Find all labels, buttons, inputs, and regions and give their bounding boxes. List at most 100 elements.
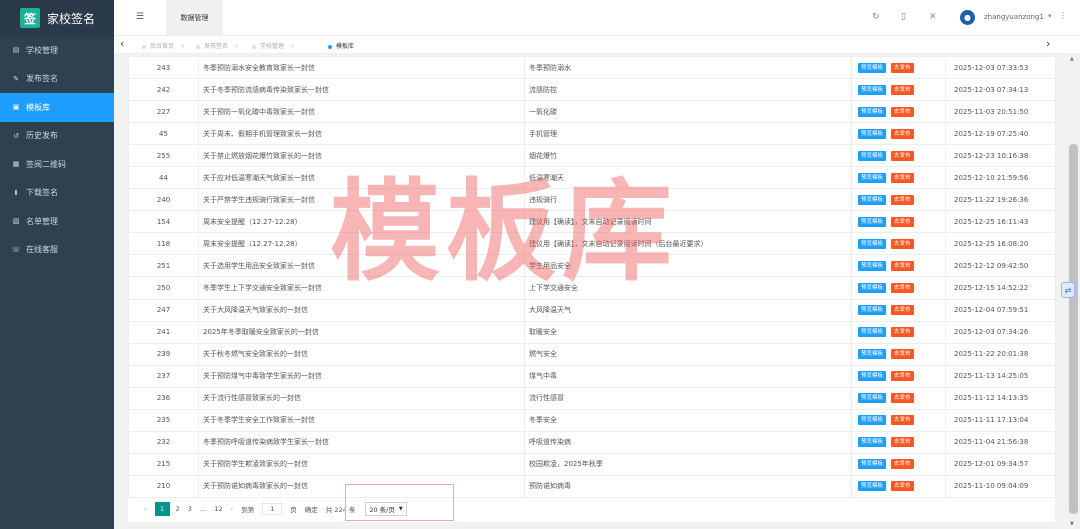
publish-button[interactable]: 去发布	[891, 260, 914, 271]
row-actions: 预览模板 去发布	[851, 364, 946, 388]
preview-template-button[interactable]: 预览模板	[858, 150, 887, 161]
preview-template-button[interactable]: 预览模板	[858, 106, 887, 117]
publish-button[interactable]: 去发布	[891, 106, 914, 117]
publish-button[interactable]: 去发布	[891, 393, 914, 404]
tabs-scroll-left-icon[interactable]: ‹	[120, 38, 124, 50]
sidebar-item-7[interactable]: ☏ 在线客服	[0, 236, 114, 265]
row-actions: 预览模板 去发布	[851, 430, 946, 454]
close-icon[interactable]: ×	[290, 43, 295, 50]
pager-prev[interactable]: ‹	[144, 505, 147, 513]
more-icon[interactable]: ⋮	[1059, 11, 1067, 20]
preview-template-button[interactable]: 预览模板	[858, 62, 887, 73]
publish-button[interactable]: 去发布	[891, 128, 914, 139]
sidebar-item-5[interactable]: ⬇ 下载签名	[0, 179, 114, 208]
page-tab-label: 学校管理	[260, 43, 285, 50]
scroll-down-icon[interactable]: ▼	[1070, 521, 1074, 527]
page-tab-2[interactable]: 学校管理 ×	[252, 41, 295, 50]
trash-icon[interactable]: ▯	[901, 12, 906, 22]
preview-template-button[interactable]: 预览模板	[858, 415, 887, 426]
sidebar: 签 家校签名 ▤ 学校管理 ✎ 发布签名 ▣ 模板库 ↺ 历史发布 ▦ 签阅二维码 ⬇ 下载签名 ▧ 名单…	[0, 0, 114, 529]
username[interactable]: zhangyuanzong1	[984, 13, 1044, 21]
pager-page-3[interactable]: 3	[188, 505, 192, 513]
preview-template-button[interactable]: 预览模板	[858, 481, 887, 492]
publish-button[interactable]: 去发布	[891, 238, 914, 249]
sidebar-item-label: 模板库	[26, 102, 50, 112]
publish-button[interactable]: 去发布	[891, 437, 914, 448]
page-tab-label: 发布签名	[204, 43, 229, 50]
preview-template-button[interactable]: 预览模板	[858, 260, 887, 271]
tabs-scroll-right-icon[interactable]: ›	[1046, 38, 1050, 50]
row-actions: 预览模板 去发布	[851, 78, 946, 102]
top-tab-data-management[interactable]: 数据管理	[166, 0, 223, 36]
preview-template-button[interactable]: 预览模板	[858, 282, 887, 293]
pager-size-select[interactable]: 20 条/页 ▼	[365, 502, 407, 516]
menu-toggle-icon[interactable]: ☰	[136, 12, 144, 22]
preview-template-button[interactable]: 预览模板	[858, 437, 887, 448]
pager-confirm-button[interactable]: 确定	[305, 504, 318, 514]
row-id: 210	[128, 474, 199, 498]
page-tab-3[interactable]: 模板库	[328, 41, 354, 50]
publish-button[interactable]: 去发布	[891, 481, 914, 492]
publish-button[interactable]: 去发布	[891, 194, 914, 205]
preview-template-button[interactable]: 预览模板	[858, 216, 887, 227]
publish-button[interactable]: 去发布	[891, 415, 914, 426]
logo[interactable]: 签 家校签名	[0, 0, 114, 36]
preview-template-button[interactable]: 预览模板	[858, 327, 887, 338]
preview-template-button[interactable]: 预览模板	[858, 459, 887, 470]
row-time: 2025-12-03 07:34:13	[945, 78, 1056, 102]
sidebar-item-4[interactable]: ▦ 签阅二维码	[0, 150, 114, 179]
pager-page-unit: 页	[290, 506, 297, 514]
chevron-down-icon[interactable]: ▾	[1048, 12, 1052, 20]
row-time: 2025-12-01 09:34:57	[945, 452, 1056, 476]
publish-button[interactable]: 去发布	[891, 172, 914, 183]
preview-template-button[interactable]: 预览模板	[858, 194, 887, 205]
avatar[interactable]: ●	[960, 10, 975, 25]
pager-page-input[interactable]: 1	[262, 503, 283, 515]
sidebar-item-2[interactable]: ▣ 模板库	[0, 93, 114, 122]
pager-page-1[interactable]: 1	[154, 502, 170, 516]
sidebar-item-3[interactable]: ↺ 历史发布	[0, 122, 114, 151]
preview-template-button[interactable]: 预览模板	[858, 128, 887, 139]
page-tab-1[interactable]: 发布签名 ×	[196, 41, 239, 50]
publish-button[interactable]: 去发布	[891, 327, 914, 338]
preview-template-button[interactable]: 预览模板	[858, 238, 887, 249]
scroll-up-icon[interactable]: ▲	[1070, 56, 1074, 62]
sidebar-item-0[interactable]: ▤ 学校管理	[0, 36, 114, 65]
row-time: 2025-12-23 10:16:38	[945, 144, 1056, 168]
publish-button[interactable]: 去发布	[891, 305, 914, 316]
preview-template-button[interactable]: 预览模板	[858, 349, 887, 360]
publish-button[interactable]: 去发布	[891, 371, 914, 382]
close-icon[interactable]: ×	[234, 43, 239, 50]
floating-translate-icon[interactable]: ⇄	[1061, 282, 1075, 298]
row-time: 2025-12-03 07:33:53	[945, 55, 1056, 80]
preview-template-button[interactable]: 预览模板	[858, 393, 887, 404]
preview-template-button[interactable]: 预览模板	[858, 371, 887, 382]
refresh-icon[interactable]: ↻	[872, 12, 880, 22]
pager-page-2[interactable]: 2	[176, 505, 180, 513]
row-category: 大风降温天气	[524, 298, 852, 322]
preview-template-button[interactable]: 预览模板	[858, 172, 887, 183]
publish-button[interactable]: 去发布	[891, 349, 914, 360]
sidebar-item-1[interactable]: ✎ 发布签名	[0, 65, 114, 94]
fullscreen-icon[interactable]: ✕	[929, 12, 937, 22]
publish-button[interactable]: 去发布	[891, 216, 914, 227]
preview-template-button[interactable]: 预览模板	[858, 305, 887, 316]
table-row: 154 周末安全提醒（12.27-12.28） 建议用【确读】，文末自动记录阅读时间…	[128, 210, 1056, 234]
row-time: 2025-12-04 07:59:51	[945, 298, 1056, 322]
scroll-thumb[interactable]	[1069, 144, 1078, 514]
pager-page-last[interactable]: 12	[214, 505, 222, 513]
pager-next[interactable]: ›	[231, 505, 234, 513]
publish-button[interactable]: 去发布	[891, 282, 914, 293]
preview-template-button[interactable]: 预览模板	[858, 84, 887, 95]
pager-goto-label: 到第	[241, 506, 255, 514]
row-title: 关于冬季学生安全工作致家长一封信	[198, 408, 525, 432]
publish-button[interactable]: 去发布	[891, 150, 914, 161]
page-tab-0[interactable]: 后台首页 ×	[142, 41, 185, 50]
row-category: 流感防控	[524, 78, 852, 102]
publish-button[interactable]: 去发布	[891, 459, 914, 470]
table-row: 243 冬季预防溺水安全教育致家长一封信 冬季预防溺水 预览模板 去发布 2025-12-…	[128, 55, 1056, 80]
sidebar-item-6[interactable]: ▧ 名单管理	[0, 207, 114, 236]
publish-button[interactable]: 去发布	[891, 62, 914, 73]
publish-button[interactable]: 去发布	[891, 84, 914, 95]
close-icon[interactable]: ×	[180, 43, 185, 50]
